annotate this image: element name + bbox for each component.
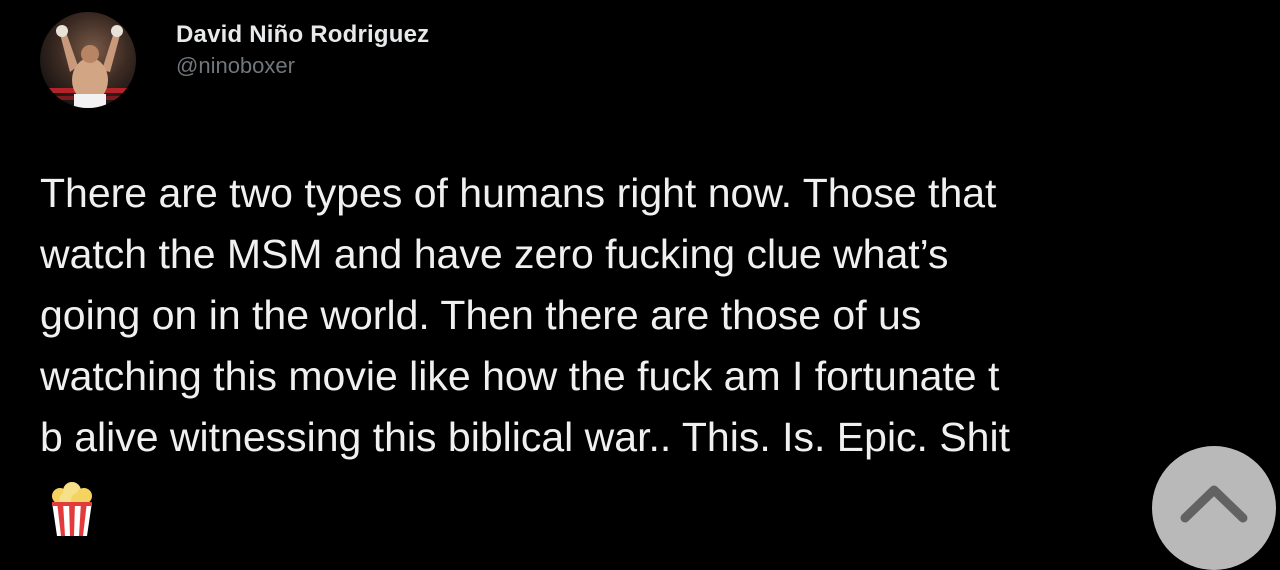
scroll-to-top-button[interactable]: [1152, 446, 1276, 570]
tweet-text-line: watch the MSM and have zero fucking clue…: [40, 231, 949, 277]
tweet-text-line: watching this movie like how the fuck am…: [40, 353, 1000, 399]
tweet-text-line: There are two types of humans right now.…: [40, 170, 997, 216]
author-display-name[interactable]: David Niño Rodriguez: [176, 19, 429, 51]
author-names: David Niño Rodriguez @ninoboxer: [176, 19, 429, 81]
avatar[interactable]: [40, 12, 136, 108]
boxer-avatar-icon: [40, 25, 136, 108]
tweet-text-line: going on in the world. Then there are th…: [40, 292, 922, 338]
tweet-header: David Niño Rodriguez @ninoboxer: [40, 12, 429, 108]
tweet-text: There are two types of humans right now.…: [40, 163, 1280, 468]
tweet-text-line: b alive witnessing this biblical war.. T…: [40, 414, 1010, 460]
chevron-up-icon: [1180, 485, 1248, 523]
author-handle[interactable]: @ninoboxer: [176, 51, 429, 81]
popcorn-icon: [42, 478, 102, 538]
